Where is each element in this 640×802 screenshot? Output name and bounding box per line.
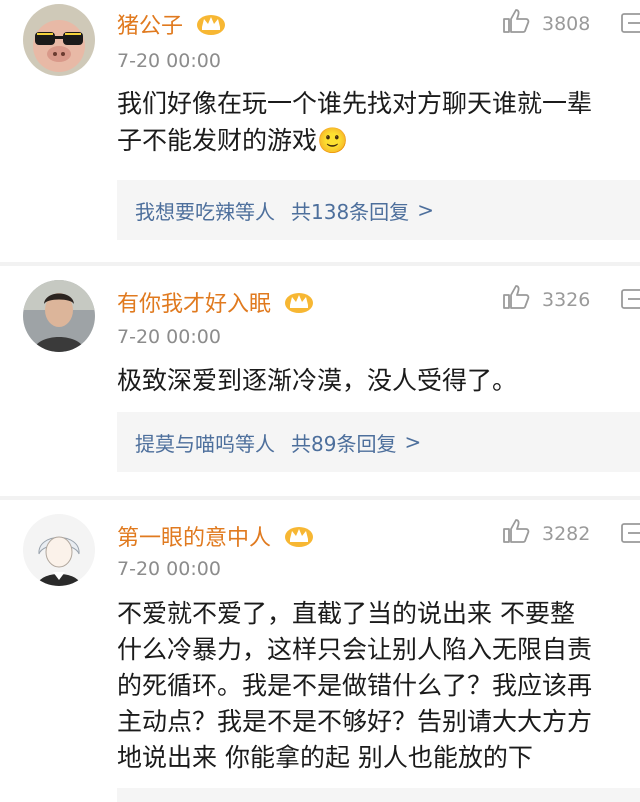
- like-button[interactable]: 3808: [502, 8, 590, 39]
- chevron-right-icon: >: [417, 198, 434, 222]
- comment-text: 不爱就不爱了，直截了当的说出来 不要整 什么冷暴力，这样只会让别人陷入无限自责 …: [117, 596, 640, 776]
- comment-line: 子不能发财的游戏🙂: [117, 126, 349, 155]
- replies-link[interactable]: 我想要吃辣等人 共138条回复 >: [117, 180, 640, 240]
- replies-users: 我想要吃辣等人: [135, 199, 275, 224]
- username[interactable]: 有你我才好入眠: [117, 286, 314, 320]
- avatar[interactable]: [23, 280, 95, 352]
- comment-text: 极致深爱到逐渐冷漠，没人受得了。: [117, 362, 640, 399]
- replies-users: 提莫与喵呜等人: [135, 431, 275, 456]
- comment-line: 极致深爱到逐渐冷漠，没人受得了。: [117, 366, 518, 395]
- replies-link[interactable]: 提莫与喵呜等人 共89条回复 >: [117, 412, 640, 472]
- thumbs-up-icon: [502, 8, 530, 39]
- crown-icon: [284, 290, 314, 320]
- comment-line: 的死循环。我是不是做错什么了？我应该再: [117, 671, 593, 700]
- avatar[interactable]: [23, 4, 95, 76]
- comment-line: 什么冷暴力，这样只会让别人陷入无限自责: [117, 635, 593, 664]
- thumbs-up-icon: [502, 284, 530, 315]
- username[interactable]: 猪公子: [117, 8, 226, 42]
- comment-text: 我们好像在玩一个谁先找对方聊天谁就一辈 子不能发财的游戏🙂: [117, 85, 640, 159]
- like-count: 3282: [542, 522, 591, 545]
- timestamp: 7-20 00:00: [117, 50, 221, 72]
- comment-line: 不爱就不爱了，直截了当的说出来 不要整: [117, 599, 575, 628]
- like-count: 3808: [542, 12, 591, 35]
- comment-item: 第一眼的意中人 7-20 00:00 3282 不爱就不爱了，直截了当的说出来 …: [0, 500, 640, 802]
- like-button[interactable]: 3282: [502, 518, 590, 549]
- replies-link[interactable]: [117, 788, 640, 802]
- timestamp: 7-20 00:00: [117, 326, 221, 348]
- comment-line: 主动点？我是不是不够好？告别请大大方方: [117, 707, 593, 736]
- like-count: 3326: [542, 288, 591, 311]
- avatar[interactable]: [23, 514, 95, 586]
- username-text: 猪公子: [117, 14, 184, 39]
- comment-item: 猪公子 7-20 00:00 3808 我们好像在玩一个谁先找对方聊天谁就一辈 …: [0, 0, 640, 262]
- thumbs-up-icon: [502, 518, 530, 549]
- crown-icon: [196, 12, 226, 42]
- username-text: 有你我才好入眠: [117, 292, 272, 317]
- comment-line: 我们好像在玩一个谁先找对方聊天谁就一辈: [117, 89, 593, 118]
- share-icon[interactable]: [620, 10, 640, 38]
- replies-count: 共89条回复: [291, 431, 397, 456]
- like-button[interactable]: 3326: [502, 284, 590, 315]
- comment-line: 地说出来 你能拿的起 别人也能放的下: [117, 743, 533, 772]
- chevron-right-icon: >: [404, 430, 422, 454]
- replies-count: 共138条回复: [291, 199, 410, 224]
- share-icon[interactable]: [620, 286, 640, 314]
- share-icon[interactable]: [620, 520, 640, 548]
- comment-item: 有你我才好入眠 7-20 00:00 3326 极致深爱到逐渐冷漠，没人受得了。…: [0, 266, 640, 496]
- crown-icon: [284, 524, 314, 554]
- timestamp: 7-20 00:00: [117, 558, 221, 580]
- username[interactable]: 第一眼的意中人: [117, 520, 314, 554]
- username-text: 第一眼的意中人: [117, 526, 272, 551]
